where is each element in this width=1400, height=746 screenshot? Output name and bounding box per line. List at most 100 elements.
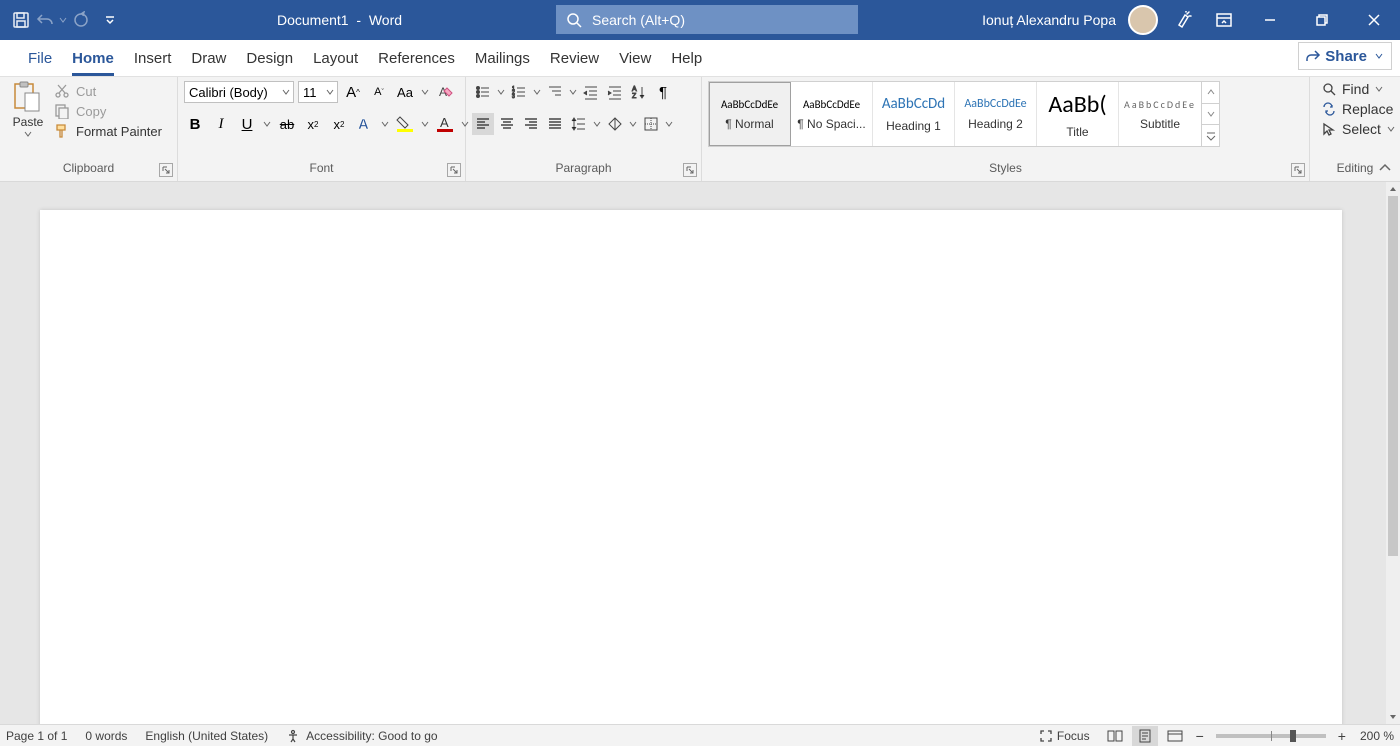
borders-button[interactable]	[640, 113, 662, 135]
qat-customize-button[interactable]	[102, 14, 118, 26]
tab-insert[interactable]: Insert	[124, 40, 182, 76]
font-launcher[interactable]	[447, 163, 461, 177]
borders-dropdown[interactable]	[664, 120, 674, 128]
italic-button[interactable]: I	[210, 113, 232, 135]
copy-button[interactable]: Copy	[54, 103, 162, 119]
tab-help[interactable]: Help	[661, 40, 712, 76]
shrink-font-button[interactable]: Aˇ	[368, 81, 390, 103]
tab-review[interactable]: Review	[540, 40, 609, 76]
tab-home[interactable]: Home	[62, 40, 124, 76]
align-right-button[interactable]	[520, 113, 542, 135]
tab-layout[interactable]: Layout	[303, 40, 368, 76]
bullets-dropdown[interactable]	[496, 88, 506, 96]
highlight-dropdown[interactable]	[420, 120, 430, 128]
style-heading-1[interactable]: AaBbCcDd Heading 1	[873, 82, 955, 146]
word-count[interactable]: 0 words	[85, 729, 127, 743]
line-spacing-dropdown[interactable]	[592, 120, 602, 128]
replace-button[interactable]: Replace	[1322, 101, 1395, 117]
web-layout-button[interactable]	[1162, 726, 1188, 746]
styles-scroll-up[interactable]	[1202, 82, 1219, 104]
increase-indent-button[interactable]	[604, 81, 626, 103]
font-size-combo[interactable]: 11	[298, 81, 338, 103]
strikethrough-button[interactable]: ab	[276, 113, 298, 135]
coming-soon-button[interactable]	[1170, 6, 1198, 34]
font-name-combo[interactable]: Calibri (Body)	[184, 81, 294, 103]
search-box[interactable]: Search (Alt+Q)	[556, 5, 858, 34]
print-layout-button[interactable]	[1132, 726, 1158, 746]
tab-draw[interactable]: Draw	[181, 40, 236, 76]
user-avatar[interactable]	[1128, 5, 1158, 35]
find-button[interactable]: Find	[1322, 81, 1395, 97]
paragraph-launcher[interactable]	[683, 163, 697, 177]
decrease-indent-button[interactable]	[580, 81, 602, 103]
style-title[interactable]: AaBb( Title	[1037, 82, 1119, 146]
show-marks-button[interactable]: ¶	[652, 81, 674, 103]
user-name[interactable]: Ionuț Alexandru Popa	[982, 12, 1116, 28]
focus-mode-button[interactable]: Focus	[1039, 729, 1090, 743]
clear-formatting-button[interactable]: A	[434, 81, 456, 103]
zoom-slider-thumb[interactable]	[1290, 730, 1296, 742]
underline-dropdown[interactable]	[262, 120, 272, 128]
change-case-button[interactable]: Aa	[394, 81, 416, 103]
align-center-button[interactable]	[496, 113, 518, 135]
multilevel-dropdown[interactable]	[568, 88, 578, 96]
scroll-up-button[interactable]	[1386, 182, 1400, 196]
numbering-dropdown[interactable]	[532, 88, 542, 96]
justify-button[interactable]	[544, 113, 566, 135]
multilevel-list-button[interactable]	[544, 81, 566, 103]
styles-scroll-down[interactable]	[1202, 104, 1219, 126]
ribbon-display-options-button[interactable]	[1210, 6, 1238, 34]
style-subtitle[interactable]: AaBbCcDdEe Subtitle	[1119, 82, 1201, 146]
bold-button[interactable]: B	[184, 113, 206, 135]
page-status[interactable]: Page 1 of 1	[6, 729, 67, 743]
read-mode-button[interactable]	[1102, 726, 1128, 746]
sort-button[interactable]: AZ	[628, 81, 650, 103]
document-page[interactable]	[40, 210, 1342, 724]
redo-button[interactable]	[70, 9, 92, 31]
underline-button[interactable]: U	[236, 113, 258, 135]
tab-design[interactable]: Design	[236, 40, 303, 76]
scroll-down-button[interactable]	[1386, 710, 1400, 724]
text-effects-button[interactable]: A	[354, 113, 376, 135]
undo-dropdown[interactable]	[58, 16, 68, 24]
shading-button[interactable]	[604, 113, 626, 135]
accessibility-status[interactable]: Accessibility: Good to go	[286, 729, 437, 743]
highlight-button[interactable]	[394, 113, 416, 135]
font-color-button[interactable]: A	[434, 113, 456, 135]
clipboard-launcher[interactable]	[159, 163, 173, 177]
tab-references[interactable]: References	[368, 40, 465, 76]
style-heading-2[interactable]: AaBbCcDdEe Heading 2	[955, 82, 1037, 146]
paste-button[interactable]: Paste	[6, 81, 50, 137]
subscript-button[interactable]: x2	[302, 113, 324, 135]
line-spacing-button[interactable]	[568, 113, 590, 135]
align-left-button[interactable]	[472, 113, 494, 135]
zoom-slider[interactable]	[1216, 734, 1326, 738]
text-effects-dropdown[interactable]	[380, 120, 390, 128]
scroll-thumb[interactable]	[1388, 196, 1398, 556]
cut-button[interactable]: Cut	[54, 83, 162, 99]
styles-launcher[interactable]	[1291, 163, 1305, 177]
maximize-button[interactable]	[1302, 0, 1342, 40]
format-painter-button[interactable]: Format Painter	[54, 123, 162, 139]
undo-button[interactable]	[34, 9, 56, 31]
tab-view[interactable]: View	[609, 40, 661, 76]
scroll-track[interactable]	[1386, 196, 1400, 710]
style-normal[interactable]: AaBbCcDdEe ¶ Normal	[709, 82, 791, 146]
save-button[interactable]	[10, 9, 32, 31]
vertical-scrollbar[interactable]	[1386, 182, 1400, 724]
collapse-ribbon-button[interactable]	[1378, 161, 1394, 177]
change-case-dropdown[interactable]	[420, 88, 430, 96]
close-button[interactable]	[1354, 0, 1394, 40]
language-status[interactable]: English (United States)	[145, 729, 268, 743]
minimize-button[interactable]	[1250, 0, 1290, 40]
zoom-in-button[interactable]: +	[1334, 728, 1350, 744]
styles-more-button[interactable]	[1202, 125, 1219, 146]
select-button[interactable]: Select	[1322, 121, 1395, 137]
numbering-button[interactable]: 123	[508, 81, 530, 103]
zoom-level[interactable]: 200 %	[1360, 729, 1394, 743]
style-no-spacing[interactable]: AaBbCcDdEe ¶ No Spaci...	[791, 82, 873, 146]
tab-mailings[interactable]: Mailings	[465, 40, 540, 76]
superscript-button[interactable]: x2	[328, 113, 350, 135]
shading-dropdown[interactable]	[628, 120, 638, 128]
tab-file[interactable]: File	[18, 40, 62, 76]
